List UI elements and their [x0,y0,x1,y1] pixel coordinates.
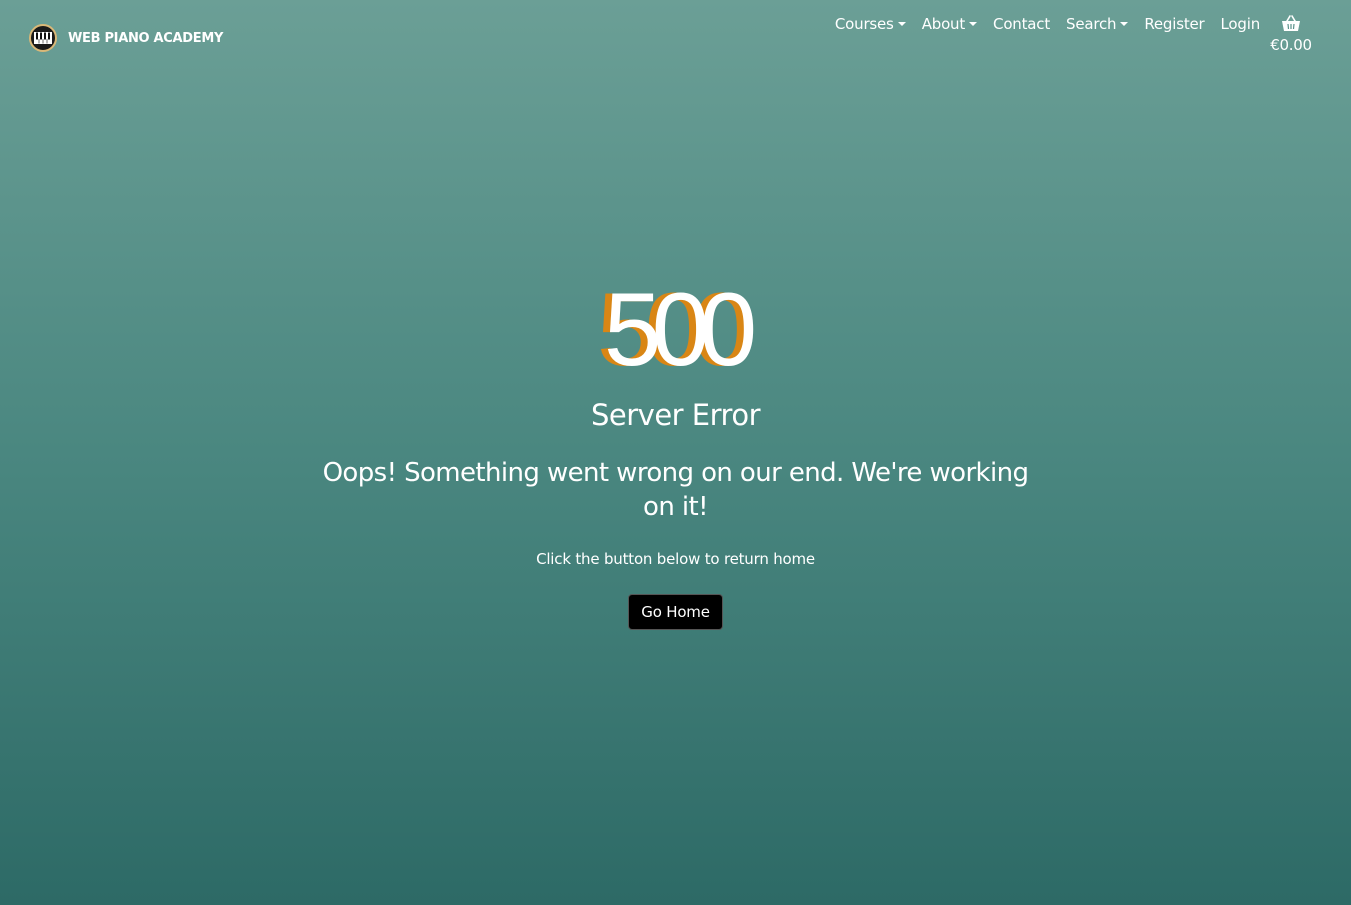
error-content: 500 500 Server Error Oops! Something wen… [0,272,1351,630]
go-home-button[interactable]: Go Home [628,594,723,630]
nav-item-search[interactable]: Search [1066,15,1129,33]
nav-links: Courses About Contact Search Register Lo… [819,15,1260,33]
basket-icon [1266,15,1316,36]
nav-item-label: Login [1220,15,1261,33]
error-title: Server Error [590,398,761,432]
nav-item-login[interactable]: Login [1220,15,1261,33]
nav-item-label: Search [1066,15,1117,33]
error-message: Oops! Something went wrong on our end. W… [322,458,1029,522]
piano-keys-icon [29,24,57,52]
nav-item-label: About [921,15,966,33]
nav-item-contact[interactable]: Contact [993,15,1050,33]
caret-down-icon [969,22,978,26]
cart-amount: €0.00 [1270,36,1312,54]
return-hint: Click the button below to return home [536,550,815,568]
cart-link[interactable]: €0.00 [1266,15,1316,54]
navbar: WEB PIANO ACADEMY Courses About Contact … [0,0,1351,75]
nav-item-about[interactable]: About [921,15,978,33]
nav-item-label: Register [1144,15,1205,33]
nav-item-label: Courses [834,15,894,33]
brand-link[interactable]: WEB PIANO ACADEMY [29,24,223,52]
nav-item-courses[interactable]: Courses [835,15,906,33]
error-code-text: 500 [603,272,758,388]
caret-down-icon [897,22,906,26]
nav-item-register[interactable]: Register [1144,15,1204,33]
error-code: 500 500 [0,272,1351,388]
nav-item-label: Contact [993,15,1051,33]
caret-down-icon [1120,22,1129,26]
brand-name: WEB PIANO ACADEMY [68,30,224,46]
